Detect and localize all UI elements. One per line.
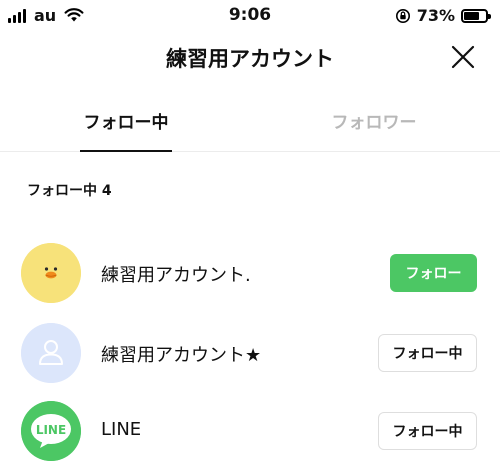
battery-percentage: 73% xyxy=(416,6,455,25)
follow-button[interactable]: フォロー xyxy=(390,254,477,292)
default-person-avatar-icon xyxy=(21,323,81,383)
line-logo-avatar-icon: LINE xyxy=(21,401,81,461)
list-item[interactable]: 練習用アカウント★ フォロー中 xyxy=(0,318,500,388)
header: 練習用アカウント xyxy=(0,30,500,85)
status-bar-right: 73% xyxy=(395,6,491,25)
tab-followers[interactable]: フォロワー xyxy=(318,108,430,152)
duck-avatar-icon xyxy=(21,243,81,303)
account-name: LINE xyxy=(101,419,142,440)
page-title: 練習用アカウント xyxy=(166,47,334,71)
battery-fill xyxy=(464,11,480,20)
orientation-lock-icon xyxy=(395,8,410,23)
list-item[interactable]: 練習用アカウント. フォロー xyxy=(0,238,500,308)
account-name: 練習用アカウント★ xyxy=(101,345,262,366)
following-button[interactable]: フォロー中 xyxy=(378,334,477,372)
tab-bar: フォロー中 フォロワー xyxy=(0,100,500,152)
section-label: フォロー中 4 xyxy=(27,183,112,199)
battery-nub xyxy=(488,13,491,19)
status-bar: au 9:06 73% xyxy=(0,0,500,30)
battery-icon xyxy=(461,8,491,23)
close-icon[interactable] xyxy=(450,44,476,70)
list-item[interactable]: LINE LINE フォロー中 xyxy=(0,396,500,466)
line-logo-text: LINE xyxy=(36,423,66,437)
account-name: 練習用アカウント. xyxy=(101,265,251,286)
following-button[interactable]: フォロー中 xyxy=(378,412,477,450)
tab-following[interactable]: フォロー中 xyxy=(80,108,172,152)
